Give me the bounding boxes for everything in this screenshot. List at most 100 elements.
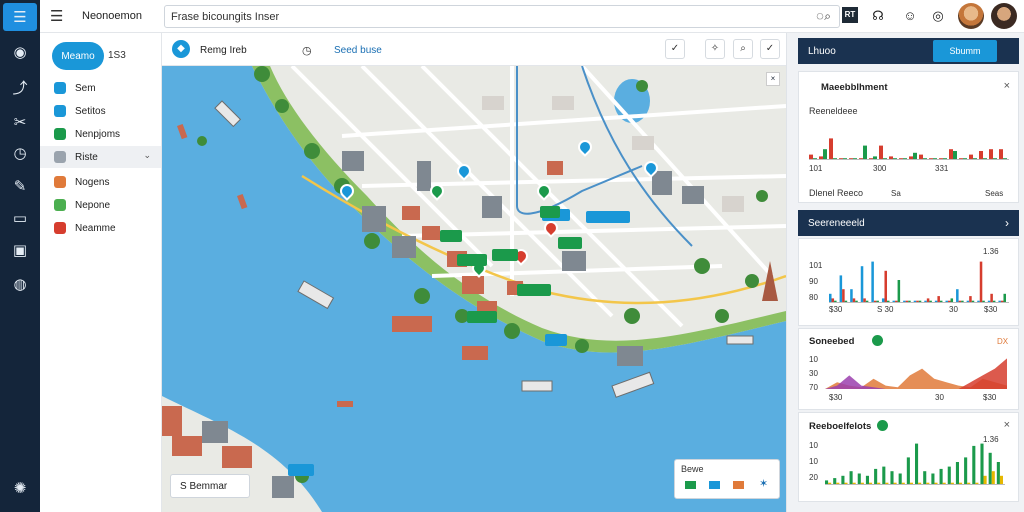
pin-icon[interactable]: ◌	[812, 8, 828, 24]
close-icon[interactable]: ×	[1004, 80, 1010, 92]
avatar[interactable]	[991, 3, 1017, 29]
section-header[interactable]: Seereneeeld ›	[798, 210, 1019, 236]
eye-icon[interactable]: ◉	[4, 38, 36, 66]
chart-bar	[956, 289, 959, 303]
y-tick: 80	[809, 293, 818, 302]
chart-bar	[972, 445, 976, 485]
legend-swatch	[709, 481, 720, 489]
right-panel: Lhuoo Sbumm Maeebblhment × Reeneldeee 10…	[786, 33, 1024, 512]
chart-bar	[865, 475, 869, 485]
sidebar-item[interactable]: Riste ⌄	[40, 146, 161, 168]
map-canvas[interactable]: × S Bemmar Bewe ✶	[162, 66, 786, 512]
done-icon[interactable]: ✓	[760, 39, 780, 59]
search-box[interactable]: ⌕	[164, 5, 840, 28]
map-tag[interactable]	[467, 311, 497, 323]
area-chart	[825, 358, 1007, 389]
x-tick: $30	[829, 393, 843, 402]
pen-icon[interactable]: ✎	[4, 172, 36, 200]
chart-bar	[999, 149, 1003, 160]
map-tag[interactable]	[558, 237, 582, 249]
zoom-icon[interactable]: ⌕	[733, 39, 753, 59]
globe-icon[interactable]: ◍	[4, 270, 36, 298]
category-icon	[54, 199, 66, 211]
chart-bar	[839, 275, 843, 303]
card-title: Maeebblhment	[821, 82, 888, 93]
card-footer-right: Seas	[985, 189, 1004, 198]
chart-bar	[884, 270, 887, 303]
primary-pill-button[interactable]: Meamo	[52, 42, 104, 70]
map-tag[interactable]	[492, 249, 518, 261]
search-input[interactable]	[171, 9, 771, 24]
map-tag[interactable]	[288, 464, 314, 476]
smile-icon[interactable]: ☺	[902, 8, 918, 24]
magic-icon[interactable]: ✧	[705, 39, 725, 59]
scale-chip[interactable]: S Bemmar	[170, 474, 250, 498]
map-tag[interactable]	[586, 211, 630, 223]
chevron-down-icon[interactable]: ⌄	[143, 150, 151, 161]
submit-button[interactable]: Sbumm	[933, 40, 997, 62]
sidebar-item-label: Nenpjoms	[75, 128, 121, 140]
chart-bar	[979, 261, 983, 303]
target-icon[interactable]: ◎	[930, 8, 946, 24]
menu-icon[interactable]: ☰	[50, 7, 63, 25]
panel-header: Lhuoo Sbumm	[798, 38, 1019, 64]
window-icon[interactable]: ▭	[4, 204, 36, 232]
star-icon[interactable]: ✶	[759, 477, 768, 490]
close-icon[interactable]: ×	[1004, 419, 1010, 431]
layer-label[interactable]: Seed buse	[334, 45, 382, 56]
chart-bar	[969, 296, 972, 303]
map-tag[interactable]	[545, 334, 567, 346]
chart-bar	[923, 471, 927, 485]
app-title: Neonoemon	[82, 10, 142, 22]
chart-bar	[989, 149, 993, 160]
chart-bar	[991, 471, 995, 485]
map-tag[interactable]	[540, 206, 560, 218]
headset-icon[interactable]: ☊	[870, 8, 886, 24]
trend-chart-card: Reeboelfelots × 10 10 20 1.36	[798, 412, 1019, 502]
list-icon[interactable]: ☰	[3, 3, 37, 31]
legend-title: Bewe	[681, 464, 704, 474]
tools-icon[interactable]: ✂	[4, 108, 36, 136]
avatar[interactable]	[958, 3, 984, 29]
chart-bar	[964, 457, 968, 485]
chart-bar	[906, 457, 910, 485]
map-tag[interactable]	[457, 254, 487, 266]
card-title: Reeboelfelots	[809, 421, 872, 432]
chart-bar	[829, 138, 833, 160]
sidebar-item-label: Nepone	[75, 199, 111, 211]
check-icon[interactable]: ✓	[665, 39, 685, 59]
card-footer-mid: Sa	[891, 189, 901, 198]
chart-bar	[979, 151, 983, 160]
map-tag[interactable]	[440, 230, 462, 242]
x-tick: $30	[829, 305, 843, 314]
sidebar-item[interactable]: Sem	[40, 77, 161, 99]
chart-bar	[857, 473, 861, 485]
sidebar-item-label: Setitos	[75, 105, 106, 117]
sidebar-item-label: Nogens	[75, 176, 110, 188]
brand-logo[interactable]: RT	[842, 7, 858, 23]
map-tag[interactable]	[517, 284, 551, 296]
expand-icon[interactable]: ×	[766, 72, 780, 86]
sidebar-item[interactable]: Nepone	[40, 194, 161, 216]
sidebar-item[interactable]: Neamme	[40, 217, 161, 239]
y-tick: 10	[809, 355, 818, 364]
card-close-text[interactable]: DX	[997, 337, 1008, 346]
chart-bar	[996, 462, 1000, 485]
save-icon[interactable]: ▣	[4, 236, 36, 264]
legend-swatch	[685, 481, 696, 489]
bar-chart-card: 1.36 101 90 80 $30 S 30 30 $30	[798, 238, 1019, 326]
location-icon[interactable]: ◆	[172, 40, 190, 58]
y-tick: 70	[809, 383, 818, 392]
chart-bar	[841, 475, 845, 485]
category-icon	[54, 105, 66, 117]
chevron-right-icon[interactable]: ›	[1005, 216, 1009, 230]
share-icon[interactable]: ⤴	[4, 73, 36, 101]
loader-icon[interactable]: ✺	[4, 474, 36, 502]
sidebar-item[interactable]: Nogens	[40, 171, 161, 193]
sidebar-item[interactable]: Nenpjoms	[40, 123, 161, 145]
chart-bar	[939, 468, 943, 485]
clock-icon[interactable]: ◷	[302, 44, 312, 57]
clock-icon[interactable]: ◷	[4, 139, 36, 167]
sidebar-item[interactable]: Setitos	[40, 100, 161, 122]
chart-bar	[823, 149, 827, 160]
